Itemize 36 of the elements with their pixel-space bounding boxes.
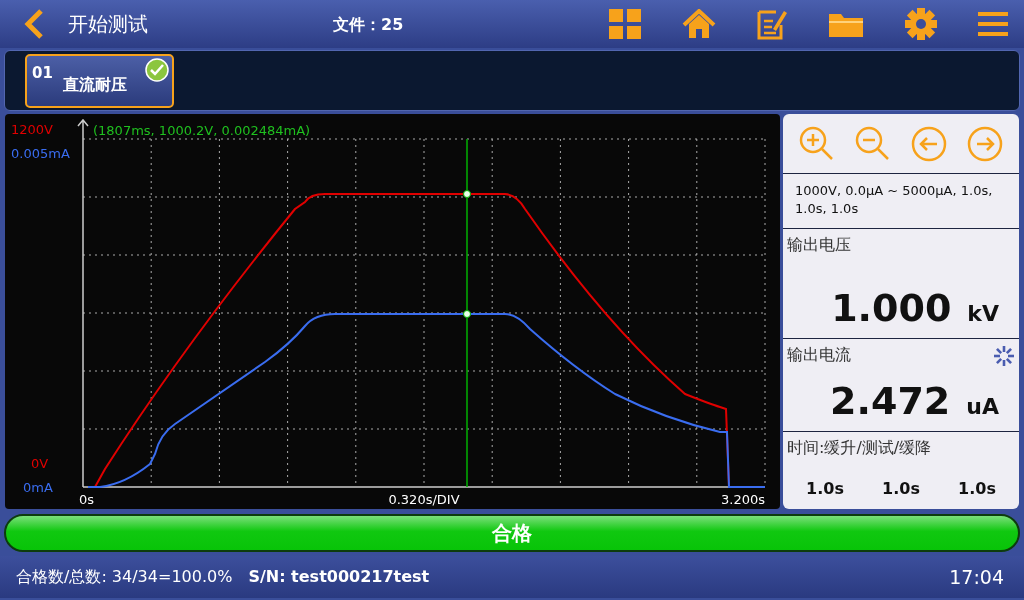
menu-icon[interactable]	[978, 10, 1008, 38]
cursor-line[interactable]	[466, 138, 468, 488]
page-title: 开始测试	[68, 11, 148, 38]
settings-icon[interactable]	[904, 7, 938, 41]
reading-value: 2.472	[830, 382, 951, 420]
scale-label: 0.005mA	[11, 146, 70, 161]
timing-value: 1.0s	[882, 478, 920, 500]
timing-value: 1.0s	[958, 478, 996, 500]
timing-value: 1.0s	[806, 478, 844, 500]
time-axis-label: 3.200s	[721, 492, 765, 507]
timing-label: 时间:缓升/测试/缓降	[787, 437, 932, 459]
step-number: 01	[32, 63, 53, 84]
serial-number: S/N: test000217test	[248, 566, 430, 588]
result-bar: 合格	[4, 514, 1020, 552]
time-axis-label: 0s	[79, 492, 95, 507]
pass-summary: 合格数/总数: 34/34=100.0%	[16, 566, 233, 588]
scale-label: 0V	[31, 456, 49, 471]
step-name: 直流耐压	[63, 74, 127, 96]
time-scale-label: 0.320s/DIV	[388, 492, 460, 507]
reading-label: 输出电压	[787, 234, 851, 256]
test-tab[interactable]: 01 直流耐压	[25, 54, 174, 108]
reading-unit: uA	[966, 393, 999, 421]
reading-value: 1.000	[831, 289, 952, 327]
home-icon[interactable]	[682, 9, 716, 39]
reading-unit: kV	[967, 300, 999, 328]
back-button[interactable]	[24, 8, 44, 40]
cursor-readout: (1807ms, 1000.2V, 0.002484mA)	[93, 123, 311, 138]
cursor-point	[463, 310, 471, 318]
file-label: 文件：25	[333, 14, 404, 36]
reading-label: 输出电流	[787, 344, 851, 366]
scale-label: 0mA	[23, 480, 53, 495]
scale-label: 1200V	[11, 122, 53, 137]
clock-time: 17:04	[949, 564, 1004, 590]
cursor-point	[463, 190, 471, 198]
grid-icon[interactable]	[608, 8, 642, 40]
test-parameters: 1000V, 0.0μA ~ 5000μA, 1.0s, 1.0s, 1.0s	[795, 183, 993, 216]
